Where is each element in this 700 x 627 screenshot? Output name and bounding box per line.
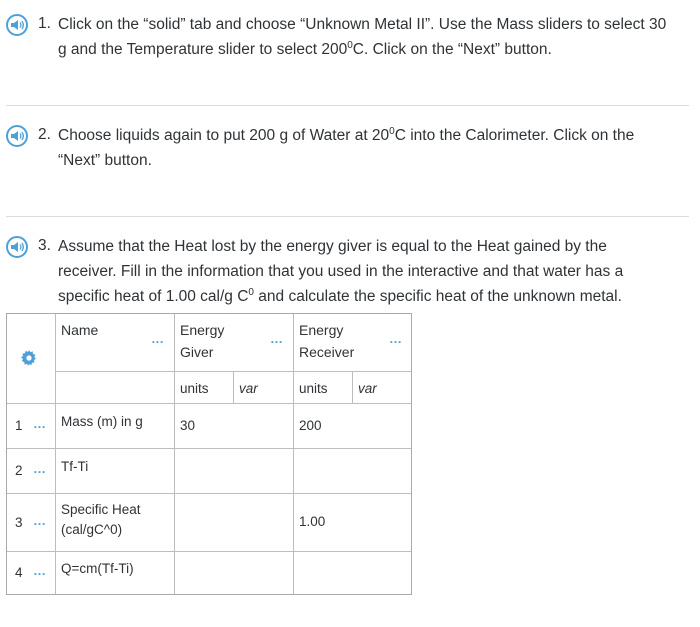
subheader-receiver-var[interactable]: var	[353, 372, 411, 404]
divider	[6, 216, 689, 217]
header-label: Energy Receiver	[299, 322, 355, 360]
divider	[6, 105, 689, 106]
row-name-cell[interactable]: Q=cm(Tf-Ti)	[56, 552, 175, 594]
header-label: Energy Giver	[180, 322, 225, 360]
question-line: Click on the “solid” tab and choose “Unk…	[58, 16, 667, 33]
question-text: Assume that the Heat lost by the energy …	[58, 234, 688, 309]
ellipsis-icon[interactable]: …	[389, 331, 402, 346]
question-line: g and the Temperature slider to select 2…	[58, 39, 552, 58]
var-label: var	[358, 381, 377, 396]
question-line: specific heat of 1.00 cal/g C0 and calcu…	[58, 286, 622, 305]
row-number-cell[interactable]: 1 …	[7, 404, 56, 449]
giver-value-cell[interactable]	[175, 449, 294, 494]
ellipsis-icon[interactable]: …	[270, 331, 283, 346]
ellipsis-icon[interactable]: …	[33, 461, 46, 476]
receiver-value-cell[interactable]: 200	[294, 404, 411, 449]
row-number-cell[interactable]: 4 …	[7, 552, 56, 594]
header-energy-receiver[interactable]: Energy Receiver …	[294, 314, 411, 372]
receiver-value-cell[interactable]: 1.00	[294, 494, 411, 552]
question-number: 1.	[38, 15, 51, 32]
settings-cell	[7, 314, 56, 404]
question-text: Click on the “solid” tab and choose “Unk…	[58, 12, 688, 62]
row-name-cell[interactable]: Tf-Ti	[56, 449, 175, 494]
question-text: Choose liquids again to put 200 g of Wat…	[58, 123, 688, 173]
subheader-receiver-units[interactable]: units	[294, 372, 353, 404]
subheader-giver-var[interactable]: var	[234, 372, 294, 404]
row-number-cell[interactable]: 3 …	[7, 494, 56, 552]
row-number-cell[interactable]: 2 …	[7, 449, 56, 494]
header-label: Name	[61, 322, 99, 338]
header-energy-giver[interactable]: Energy Giver …	[175, 314, 294, 372]
units-label: units	[299, 381, 328, 396]
receiver-value-cell[interactable]	[294, 552, 411, 594]
speaker-icon[interactable]	[6, 14, 28, 36]
subheader-name-blank	[56, 372, 175, 404]
row-name-cell[interactable]: Mass (m) in g	[56, 404, 175, 449]
data-table: Name … Energy Giver … Energy Receiver … un…	[6, 313, 412, 595]
ellipsis-icon[interactable]: …	[33, 563, 46, 578]
ellipsis-icon[interactable]: …	[33, 513, 46, 528]
header-name[interactable]: Name …	[56, 314, 175, 372]
question-line: Choose liquids again to put 200 g of Wat…	[58, 125, 635, 144]
ellipsis-icon[interactable]: …	[151, 331, 164, 346]
var-label: var	[239, 381, 258, 396]
question-line: receiver. Fill in the information that y…	[58, 263, 624, 280]
ellipsis-icon[interactable]: …	[33, 416, 46, 431]
question-number: 2.	[38, 126, 51, 143]
units-label: units	[180, 381, 209, 396]
giver-value-cell[interactable]	[175, 494, 294, 552]
question-line: “Next” button.	[58, 152, 152, 169]
speaker-icon[interactable]	[6, 125, 28, 147]
speaker-icon[interactable]	[6, 236, 28, 258]
question-number: 3.	[38, 237, 51, 254]
row-name-cell[interactable]: Specific Heat (cal/gC^0)	[56, 494, 175, 552]
giver-value-cell[interactable]	[175, 552, 294, 594]
receiver-value-cell[interactable]	[294, 449, 411, 494]
gear-icon[interactable]	[21, 350, 37, 366]
giver-value-cell[interactable]: 30	[175, 404, 294, 449]
subheader-giver-units[interactable]: units	[175, 372, 234, 404]
question-line: Assume that the Heat lost by the energy …	[58, 238, 607, 255]
